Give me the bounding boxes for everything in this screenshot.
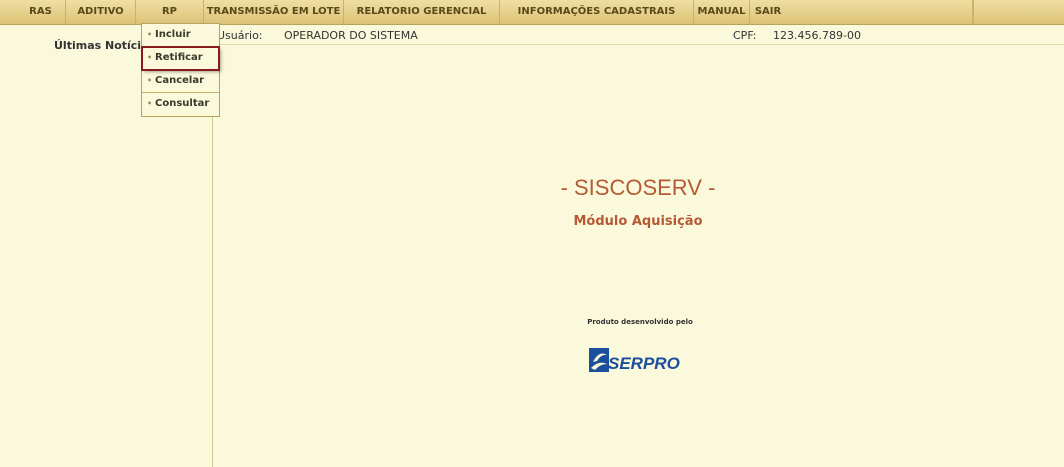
module-title: Módulo Aquisição bbox=[573, 214, 703, 229]
dropdown-item-label: Incluir bbox=[155, 29, 191, 40]
bullet-icon: • bbox=[147, 53, 153, 62]
rp-dropdown-menu: • Incluir • Retificar • Cancelar • Consu… bbox=[141, 23, 220, 117]
serpro-logo: SERPRO bbox=[589, 348, 680, 373]
app-title: - SISCOSERV - bbox=[560, 175, 716, 200]
cpf-value: 123.456.789-00 bbox=[773, 29, 861, 42]
menu-bar-end-cell bbox=[972, 0, 1064, 24]
dropdown-item-label: Consultar bbox=[155, 98, 210, 109]
bullet-icon: • bbox=[147, 76, 153, 85]
dropdown-item-consultar[interactable]: • Consultar bbox=[142, 93, 219, 116]
menu-item-informacoes-cadastrais[interactable]: INFORMAÇÕES CADASTRAIS bbox=[500, 0, 694, 24]
dropdown-item-label: Retificar bbox=[155, 52, 203, 63]
dropdown-item-incluir[interactable]: • Incluir bbox=[142, 24, 219, 47]
menu-item-transmissao-em-lote[interactable]: TRANSMISSÃO EM LOTE bbox=[204, 0, 344, 24]
user-info-row: Usuário: OPERADOR DO SISTEMA CPF: 123.45… bbox=[214, 26, 1064, 45]
user-name: OPERADOR DO SISTEMA bbox=[284, 29, 418, 42]
menu-item-rp[interactable]: RP bbox=[136, 0, 204, 24]
menu-item-relatorio-gerencial[interactable]: RELATORIO GERENCIAL bbox=[344, 0, 500, 24]
serpro-emblem-icon bbox=[589, 348, 609, 372]
user-label: Usuário: bbox=[217, 29, 263, 42]
dropdown-item-retificar[interactable]: • Retificar bbox=[141, 46, 220, 71]
logo-wordmark: SERPRO bbox=[608, 354, 680, 373]
cpf-label: CPF: bbox=[733, 29, 757, 42]
menu-item-manual[interactable]: MANUAL bbox=[694, 0, 750, 24]
top-menu-bar: RAS ADITIVO RP TRANSMISSÃO EM LOTE RELAT… bbox=[0, 0, 1064, 25]
menu-item-aditivo[interactable]: ADITIVO bbox=[66, 0, 136, 24]
latest-news-title: Últimas Notícias bbox=[54, 39, 144, 52]
menu-item-ras[interactable]: RAS bbox=[16, 0, 66, 24]
bullet-icon: • bbox=[147, 99, 153, 108]
dropdown-item-cancelar[interactable]: • Cancelar bbox=[142, 70, 219, 93]
dropdown-item-label: Cancelar bbox=[155, 75, 205, 86]
menu-item-sair[interactable]: SAIR bbox=[750, 0, 786, 24]
product-developed-by: Produto desenvolvido pelo bbox=[587, 318, 693, 326]
bullet-icon: • bbox=[147, 30, 153, 39]
